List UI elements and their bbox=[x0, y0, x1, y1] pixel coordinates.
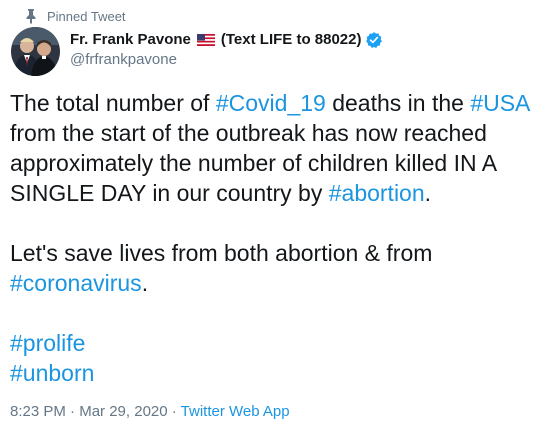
author-name-suffix[interactable]: (Text LIFE to 88022) bbox=[221, 30, 362, 50]
pin-icon bbox=[26, 9, 36, 24]
tweet-hashtag-line: #unborn bbox=[10, 358, 550, 388]
pinned-indicator: Pinned Tweet bbox=[26, 6, 126, 26]
tweet-card: Pinned Tweet Fr. Frank Pavone (Text LIFE… bbox=[0, 0, 558, 433]
text-segment: Let's save lives from both abortion & fr… bbox=[10, 240, 433, 266]
us-flag-icon bbox=[196, 34, 215, 46]
tweet-time[interactable]: 8:23 PM bbox=[10, 403, 66, 420]
tweet-metadata: 8:23 PM · Mar 29, 2020 · Twitter Web App bbox=[10, 403, 290, 420]
meta-separator: · bbox=[65, 403, 80, 420]
tweet-source-app[interactable]: Twitter Web App bbox=[181, 403, 290, 420]
hashtag-link[interactable]: #USA bbox=[470, 90, 529, 116]
hashtag-link[interactable]: #coronavirus bbox=[10, 270, 142, 296]
hashtag-link[interactable]: #unborn bbox=[10, 360, 94, 386]
tweet-hashtag-line: #prolife bbox=[10, 328, 550, 358]
hashtag-link[interactable]: #Covid_19 bbox=[216, 90, 326, 116]
author-display-name[interactable]: Fr. Frank Pavone bbox=[70, 30, 191, 50]
text-segment: . bbox=[141, 270, 149, 296]
author-handle[interactable]: @frfrankpavone bbox=[70, 50, 383, 70]
tweet-paragraph-1: The total number of #Covid_19 deaths in … bbox=[10, 88, 550, 208]
verified-badge-icon bbox=[366, 32, 383, 48]
meta-separator: · bbox=[167, 403, 181, 420]
text-segment: The total number of bbox=[10, 90, 216, 116]
hashtag-link[interactable]: #abortion bbox=[329, 180, 425, 206]
author-name-row[interactable]: Fr. Frank Pavone (Text LIFE to 88022) bbox=[70, 30, 383, 50]
pinned-label: Pinned Tweet bbox=[47, 8, 126, 24]
hashtag-link[interactable]: #prolife bbox=[10, 330, 85, 356]
avatar-image bbox=[11, 27, 60, 76]
author-block: Fr. Frank Pavone (Text LIFE to 88022) @f… bbox=[70, 30, 383, 70]
tweet-paragraph-2: Let's save lives from both abortion & fr… bbox=[10, 238, 550, 298]
text-segment: . bbox=[424, 180, 432, 206]
tweet-text: The total number of #Covid_19 deaths in … bbox=[10, 88, 550, 388]
text-segment: deaths in the bbox=[325, 90, 471, 116]
tweet-date[interactable]: Mar 29, 2020 bbox=[79, 403, 167, 420]
avatar[interactable] bbox=[11, 27, 60, 76]
